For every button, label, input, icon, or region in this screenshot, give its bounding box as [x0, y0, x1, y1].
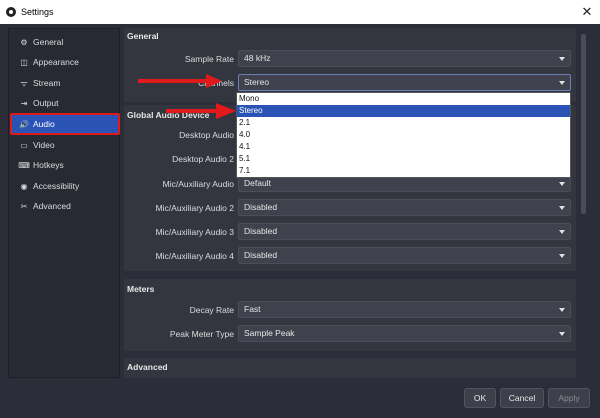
- chevron-down-icon: [559, 332, 565, 336]
- sidebar-item-appearance[interactable]: ◫ Appearance: [12, 53, 118, 71]
- sidebar-item-label: Hotkeys: [33, 160, 64, 170]
- sidebar-item-label: Audio: [33, 119, 55, 129]
- chevron-down-icon: [559, 254, 565, 258]
- chevron-down-icon: [559, 182, 565, 186]
- cancel-button[interactable]: Cancel: [500, 388, 544, 408]
- tools-icon: ✂: [20, 202, 28, 211]
- peak-meter-type-label: Peak Meter Type: [169, 329, 234, 339]
- dropdown-option-7-1[interactable]: 7.1: [237, 165, 570, 177]
- mic-aux-audio-4-label: Mic/Auxiliary Audio 4: [155, 251, 234, 261]
- stream-icon: ᯤ: [20, 79, 28, 88]
- dropdown-option-stereo[interactable]: Stereo: [237, 105, 570, 117]
- sidebar: ⚙ General ◫ Appearance ᯤ Stream ⇥ Output 🔊 Au…: [8, 28, 120, 378]
- sidebar-item-label: Accessibility: [33, 181, 80, 191]
- sidebar-item-general[interactable]: ⚙ General: [12, 33, 118, 51]
- sidebar-item-label: Video: [33, 140, 55, 150]
- peak-meter-type-select[interactable]: Sample Peak: [238, 325, 571, 342]
- keyboard-icon: ⌨: [18, 161, 30, 170]
- channels-label: Channels: [198, 78, 234, 88]
- title-bar: Settings ✕: [0, 0, 600, 24]
- mic-aux-audio-3-select[interactable]: Disabled: [238, 223, 571, 240]
- chevron-down-icon: [559, 206, 565, 210]
- channels-select[interactable]: Stereo: [238, 74, 571, 91]
- apply-button[interactable]: Apply: [548, 388, 590, 408]
- mic-aux-audio-3-label: Mic/Auxiliary Audio 3: [155, 227, 234, 237]
- sidebar-item-label: Stream: [33, 78, 61, 88]
- scrollbar-thumb[interactable]: [581, 34, 586, 214]
- mic-aux-audio-2-value: Disabled: [244, 202, 278, 212]
- dropdown-option-4-0[interactable]: 4.0: [237, 129, 570, 141]
- output-icon: ⇥: [20, 99, 28, 108]
- dropdown-option-mono[interactable]: Mono: [237, 93, 570, 105]
- channels-value: Stereo: [244, 77, 270, 87]
- decay-rate-label: Decay Rate: [189, 305, 234, 315]
- decay-rate-select[interactable]: Fast: [238, 301, 571, 318]
- desktop-audio-2-label: Desktop Audio 2: [172, 154, 234, 164]
- chevron-down-icon: [559, 230, 565, 234]
- sidebar-item-output[interactable]: ⇥ Output: [12, 94, 118, 112]
- dropdown-option-4-1[interactable]: 4.1: [237, 141, 570, 153]
- sample-rate-value: 48 kHz: [244, 53, 271, 63]
- sidebar-item-video[interactable]: ▭ Video: [12, 136, 118, 154]
- accessibility-icon: ◉: [20, 182, 28, 191]
- mic-aux-audio-3-value: Disabled: [244, 226, 278, 236]
- mic-aux-audio-2-label: Mic/Auxiliary Audio 2: [155, 203, 234, 213]
- chevron-down-icon: [559, 57, 565, 61]
- dropdown-option-5-1[interactable]: 5.1: [237, 153, 570, 165]
- dropdown-option-2-1[interactable]: 2.1: [237, 117, 570, 129]
- sidebar-item-stream[interactable]: ᯤ Stream: [12, 74, 118, 92]
- ok-button[interactable]: OK: [464, 388, 496, 408]
- group-title: Meters: [127, 284, 155, 294]
- content-scrollbar[interactable]: [580, 28, 587, 354]
- appearance-icon: ◫: [20, 58, 28, 67]
- mic-aux-audio-value: Default: [244, 178, 271, 188]
- channels-dropdown-list: Mono Stereo 2.1 4.0 4.1 5.1 7.1: [236, 92, 571, 178]
- obs-logo-icon: [6, 7, 16, 17]
- sidebar-item-label: General: [33, 37, 64, 47]
- sidebar-item-audio[interactable]: 🔊 Audio: [10, 113, 120, 135]
- sidebar-item-label: Advanced: [33, 201, 71, 211]
- chevron-down-icon: [559, 308, 565, 312]
- sidebar-item-label: Output: [33, 98, 59, 108]
- desktop-audio-label: Desktop Audio: [179, 130, 234, 140]
- sample-rate-label: Sample Rate: [184, 54, 234, 64]
- mic-aux-audio-label: Mic/Auxiliary Audio: [162, 179, 234, 189]
- group-title: Global Audio Device: [127, 110, 210, 120]
- group-title: General: [127, 31, 159, 41]
- group-title: Advanced: [127, 362, 168, 372]
- gear-icon: ⚙: [20, 38, 28, 47]
- speaker-icon: 🔊: [19, 120, 29, 129]
- decay-rate-value: Fast: [244, 304, 261, 314]
- window-title: Settings: [21, 7, 54, 17]
- monitor-icon: ▭: [20, 141, 28, 150]
- chevron-down-icon: [559, 81, 565, 85]
- advanced-group: Advanced: [124, 358, 576, 378]
- settings-content: General Sample Rate 48 kHz Channels Ster…: [124, 28, 586, 378]
- sidebar-item-accessibility[interactable]: ◉ Accessibility: [12, 177, 118, 195]
- sidebar-item-advanced[interactable]: ✂ Advanced: [12, 197, 118, 215]
- sidebar-item-hotkeys[interactable]: ⌨ Hotkeys: [12, 156, 118, 174]
- close-icon[interactable]: ✕: [578, 3, 596, 21]
- peak-meter-type-value: Sample Peak: [244, 328, 295, 338]
- sidebar-item-label: Appearance: [33, 57, 79, 67]
- mic-aux-audio-4-select[interactable]: Disabled: [238, 247, 571, 264]
- mic-aux-audio-2-select[interactable]: Disabled: [238, 199, 571, 216]
- mic-aux-audio-4-value: Disabled: [244, 250, 278, 260]
- sample-rate-select[interactable]: 48 kHz: [238, 50, 571, 67]
